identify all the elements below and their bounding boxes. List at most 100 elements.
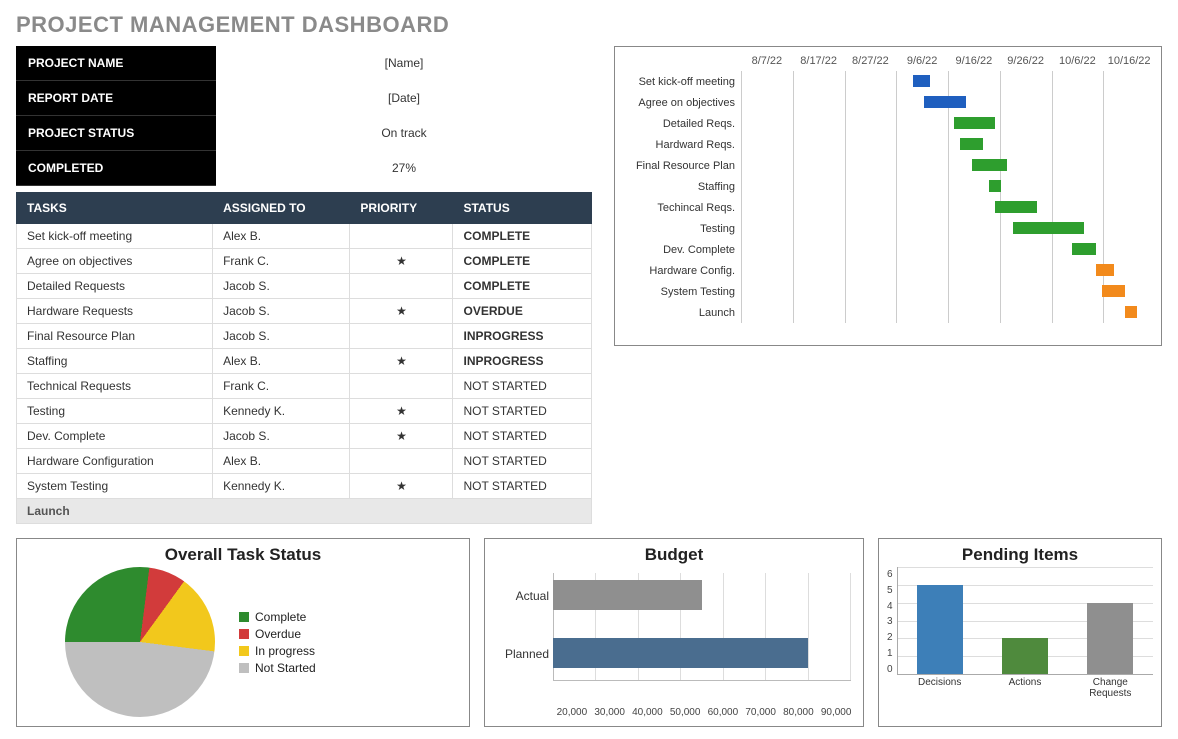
legend-label: Complete: [255, 610, 306, 624]
task-name: System Testing: [17, 474, 213, 499]
vbar-x-label: Actions: [995, 677, 1055, 707]
task-name: Technical Requests: [17, 374, 213, 399]
pie-chart-title: Overall Task Status: [25, 545, 461, 565]
footer-label: Launch: [17, 499, 592, 524]
gantt-bar: [960, 138, 984, 150]
gantt-bar: [1125, 306, 1137, 318]
task-assignee: Alex B.: [213, 224, 350, 249]
task-status: NOT STARTED: [453, 449, 592, 474]
hbar-label: Planned: [493, 647, 549, 661]
gantt-label: Staffing: [621, 181, 741, 193]
task-assignee: Kennedy K.: [213, 474, 350, 499]
legend-label: Not Started: [255, 661, 316, 675]
task-name: Dev. Complete: [17, 424, 213, 449]
hbar-bar: [553, 638, 808, 668]
hbar-x-tick: 90,000: [817, 707, 855, 718]
gantt-x-tick: 10/6/22: [1052, 51, 1104, 71]
info-value: [Date]: [216, 81, 592, 116]
pending-chart-title: Pending Items: [887, 545, 1153, 565]
vbar-y-tick: 3: [887, 616, 893, 627]
task-priority: [350, 324, 453, 349]
pie-chart: [65, 567, 215, 717]
task-name: Detailed Requests: [17, 274, 213, 299]
table-row: Detailed RequestsJacob S.COMPLETE: [17, 274, 592, 299]
task-priority: [350, 224, 453, 249]
task-status: OVERDUE: [453, 299, 592, 324]
task-status: INPROGRESS: [453, 324, 592, 349]
gantt-x-tick: 8/7/22: [741, 51, 793, 71]
vbar-y-tick: 2: [887, 632, 893, 643]
task-status: NOT STARTED: [453, 424, 592, 449]
gantt-x-tick: 8/27/22: [845, 51, 897, 71]
gantt-bar: [1096, 264, 1114, 276]
gantt-bar: [1013, 222, 1084, 234]
gantt-label: System Testing: [621, 286, 741, 298]
legend-item: Complete: [239, 610, 316, 624]
gantt-label: Agree on objectives: [621, 97, 741, 109]
table-row: System TestingKennedy K.★NOT STARTED: [17, 474, 592, 499]
task-priority: ★: [350, 249, 453, 274]
gantt-label: Hardware Config.: [621, 265, 741, 277]
task-priority: ★: [350, 424, 453, 449]
table-row: Hardware ConfigurationAlex B.NOT STARTED: [17, 449, 592, 474]
gantt-x-tick: 10/16/22: [1103, 51, 1155, 71]
vbar-y-tick: 1: [887, 648, 893, 659]
vbar-y-tick: 0: [887, 664, 893, 675]
task-assignee: Jacob S.: [213, 424, 350, 449]
legend-item: In progress: [239, 644, 316, 658]
task-assignee: Frank C.: [213, 374, 350, 399]
gantt-row: Agree on objectives: [621, 92, 1155, 113]
legend-swatch: [239, 646, 249, 656]
gantt-x-tick: 9/6/22: [896, 51, 948, 71]
gantt-row: Dev. Complete: [621, 239, 1155, 260]
gantt-row: Detailed Reqs.: [621, 113, 1155, 134]
table-header: TASKS: [17, 193, 213, 224]
table-row: Agree on objectivesFrank C.★COMPLETE: [17, 249, 592, 274]
task-status: NOT STARTED: [453, 474, 592, 499]
gantt-bar: [972, 159, 1007, 171]
gantt-row: Final Resource Plan: [621, 155, 1155, 176]
task-name: Testing: [17, 399, 213, 424]
legend-swatch: [239, 629, 249, 639]
pie-chart-card: Overall Task Status Complete Overdue In pr…: [16, 538, 470, 727]
gantt-label: Detailed Reqs.: [621, 118, 741, 130]
task-priority: [350, 274, 453, 299]
gantt-row: Staffing: [621, 176, 1155, 197]
gantt-row: System Testing: [621, 281, 1155, 302]
task-name: Agree on objectives: [17, 249, 213, 274]
info-value: On track: [216, 116, 592, 151]
vbar-x-label: Decisions: [910, 677, 970, 707]
table-row: Hardware RequestsJacob S.★OVERDUE: [17, 299, 592, 324]
budget-chart-card: Budget ActualPlanned 20,00030,00040,0005…: [484, 538, 864, 727]
hbar-x-tick: 50,000: [666, 707, 704, 718]
gantt-label: Set kick-off meeting: [621, 76, 741, 88]
task-priority: ★: [350, 474, 453, 499]
gantt-row: Set kick-off meeting: [621, 71, 1155, 92]
task-assignee: Jacob S.: [213, 299, 350, 324]
task-priority: [350, 449, 453, 474]
table-row: TestingKennedy K.★NOT STARTED: [17, 399, 592, 424]
task-assignee: Frank C.: [213, 249, 350, 274]
task-name: Final Resource Plan: [17, 324, 213, 349]
gantt-row: Techincal Reqs.: [621, 197, 1155, 218]
hbar-bar: [553, 580, 702, 610]
gantt-row: Hardware Config.: [621, 260, 1155, 281]
legend-label: In progress: [255, 644, 315, 658]
hbar-x-tick: 40,000: [629, 707, 667, 718]
gantt-row: Testing: [621, 218, 1155, 239]
legend-label: Overdue: [255, 627, 301, 641]
task-status: COMPLETE: [453, 274, 592, 299]
table-row: Dev. CompleteJacob S.★NOT STARTED: [17, 424, 592, 449]
hbar-x-tick: 30,000: [591, 707, 629, 718]
project-info-grid: PROJECT NAME[Name]REPORT DATE[Date]PROJE…: [16, 46, 592, 186]
info-value: [Name]: [216, 46, 592, 81]
task-name: Hardware Configuration: [17, 449, 213, 474]
task-status: COMPLETE: [453, 249, 592, 274]
gantt-x-tick: 9/16/22: [948, 51, 1000, 71]
legend-item: Not Started: [239, 661, 316, 675]
task-assignee: Kennedy K.: [213, 399, 350, 424]
budget-chart: ActualPlanned: [493, 573, 855, 703]
pending-chart: 6543210 DecisionsActionsChange Requests: [887, 567, 1153, 707]
info-value: 27%: [216, 151, 592, 186]
info-label: PROJECT NAME: [16, 46, 216, 81]
